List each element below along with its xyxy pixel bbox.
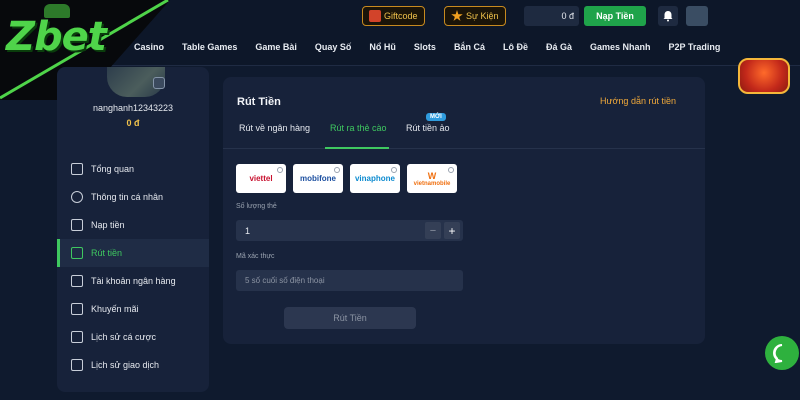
nav-ban-ca[interactable]: Bắn Cá xyxy=(454,42,485,52)
sidebar-item-bank-account[interactable]: Tài khoản ngân hàng xyxy=(57,267,209,295)
bank-icon xyxy=(71,275,83,287)
promo-floating-badge[interactable] xyxy=(738,58,790,94)
verification-code-input[interactable] xyxy=(236,270,463,291)
withdraw-guide-link[interactable]: Hướng dẫn rút tiền xyxy=(600,96,676,106)
sidebar-menu: Tổng quan Thông tin cá nhân Nạp tiền Rút… xyxy=(57,155,209,379)
header-avatar[interactable] xyxy=(686,6,708,26)
star-icon xyxy=(451,10,463,21)
quantity-label: Số lượng thẻ xyxy=(236,203,277,210)
sidebar-item-deposit[interactable]: Nạp tiền xyxy=(57,211,209,239)
active-tab-indicator xyxy=(325,147,389,149)
nav-quay-so[interactable]: Quay Số xyxy=(315,42,352,52)
quantity-value: 1 xyxy=(245,225,251,236)
carrier-radio[interactable] xyxy=(334,167,340,173)
nav-table-games[interactable]: Table Games xyxy=(182,42,237,52)
withdraw-tabs: Rút về ngân hàng Rút ra thẻ cào Rút tiền… xyxy=(223,113,705,149)
bell-icon xyxy=(663,11,673,22)
viettel-logo: viettel xyxy=(249,174,273,183)
carrier-viettel[interactable]: viettel xyxy=(236,164,286,193)
carrier-selector: viettel mobifone vinaphone W vietnamobil… xyxy=(236,164,457,193)
vietnamobile-mark-icon: W xyxy=(427,170,437,181)
chart-icon xyxy=(71,163,83,175)
nav-game-bai[interactable]: Game Bài xyxy=(255,42,297,52)
sidebar-item-transaction-history[interactable]: Lịch sử giao dịch xyxy=(57,351,209,379)
nav-lo-de[interactable]: Lô Đề xyxy=(503,42,528,52)
page-title: Rút Tiền xyxy=(237,96,281,108)
nav-no-hu[interactable]: Nổ Hũ xyxy=(369,42,396,52)
tab-crypto-withdraw[interactable]: Rút tiền ảo xyxy=(406,123,450,133)
sidebar-item-label: Khuyến mãi xyxy=(91,304,139,314)
history-icon xyxy=(71,331,83,343)
tab-bank-withdraw[interactable]: Rút về ngân hàng xyxy=(239,123,310,133)
vinaphone-logo: vinaphone xyxy=(354,174,395,183)
gift-icon xyxy=(71,303,83,315)
camera-icon[interactable] xyxy=(153,77,165,89)
carrier-radio[interactable] xyxy=(448,167,454,173)
sidebar-item-bet-history[interactable]: Lịch sử cá cược xyxy=(57,323,209,351)
deposit-icon xyxy=(71,219,83,231)
nav-games-nhanh[interactable]: Games Nhanh xyxy=(590,42,651,52)
chat-icon xyxy=(773,344,783,363)
gift-icon xyxy=(369,10,381,22)
sidebar-item-withdraw[interactable]: Rút tiền xyxy=(57,239,209,267)
username: nanghanh12343223 xyxy=(92,103,174,113)
nav-da-ga[interactable]: Đá Gà xyxy=(546,42,572,52)
giftcode-button[interactable]: Giftcode xyxy=(362,6,425,26)
sidebar-item-profile[interactable]: Thông tin cá nhân xyxy=(57,183,209,211)
new-badge: MỚI xyxy=(426,113,446,121)
sidebar-item-promotions[interactable]: Khuyến mãi xyxy=(57,295,209,323)
live-chat-button[interactable] xyxy=(765,336,799,370)
sidebar-item-label: Nạp tiền xyxy=(91,220,125,230)
quantity-stepper[interactable]: 1 − + xyxy=(236,220,463,241)
notification-button[interactable] xyxy=(658,6,678,26)
withdraw-icon xyxy=(71,247,83,259)
nav-slots[interactable]: Slots xyxy=(414,42,436,52)
main-nav: Casino Table Games Game Bài Quay Số Nổ H… xyxy=(134,42,738,52)
account-sidebar: nanghanh12343223 0 đ Tổng quan Thông tin… xyxy=(57,67,209,392)
withdraw-submit-button[interactable]: Rút Tiền xyxy=(284,307,416,329)
top-header: Zbet Giftcode Sự Kiện 0 đ Nạp Tiền Casin… xyxy=(0,0,800,100)
increment-button[interactable]: + xyxy=(444,222,460,239)
vietnamobile-logo: vietnamobile xyxy=(413,180,451,187)
sidebar-item-label: Tài khoản ngân hàng xyxy=(91,276,176,286)
brand-logo[interactable]: Zbet xyxy=(6,14,107,60)
nav-casino[interactable]: Casino xyxy=(134,42,164,52)
decrement-button[interactable]: − xyxy=(425,222,441,239)
sidebar-item-overview[interactable]: Tổng quan xyxy=(57,155,209,183)
carrier-mobifone[interactable]: mobifone xyxy=(293,164,343,193)
event-label: Sự Kiện xyxy=(466,11,499,21)
user-icon xyxy=(71,191,83,203)
withdraw-panel: Rút Tiền Hướng dẫn rút tiền Rút về ngân … xyxy=(223,77,705,344)
sidebar-item-label: Rút tiền xyxy=(91,248,123,258)
tab-card-withdraw[interactable]: Rút ra thẻ cào xyxy=(330,123,387,133)
sidebar-item-label: Lịch sử cá cược xyxy=(91,332,156,342)
user-balance: 0 đ xyxy=(126,118,140,128)
document-icon xyxy=(71,359,83,371)
deposit-button[interactable]: Nạp Tiền xyxy=(584,6,646,26)
mobifone-logo: mobifone xyxy=(300,174,336,183)
nav-p2p-trading[interactable]: P2P Trading xyxy=(669,42,721,52)
giftcode-label: Giftcode xyxy=(384,11,418,21)
code-label: Mã xác thực xyxy=(236,253,275,260)
header-balance: 0 đ xyxy=(524,6,579,26)
carrier-radio[interactable] xyxy=(277,167,283,173)
carrier-vinaphone[interactable]: vinaphone xyxy=(350,164,400,193)
sidebar-item-label: Thông tin cá nhân xyxy=(91,192,164,202)
sidebar-item-label: Lịch sử giao dịch xyxy=(91,360,160,370)
carrier-vietnamobile[interactable]: W vietnamobile xyxy=(407,164,457,193)
carrier-radio[interactable] xyxy=(391,167,397,173)
event-button[interactable]: Sự Kiện xyxy=(444,6,506,26)
sidebar-item-label: Tổng quan xyxy=(91,164,135,174)
